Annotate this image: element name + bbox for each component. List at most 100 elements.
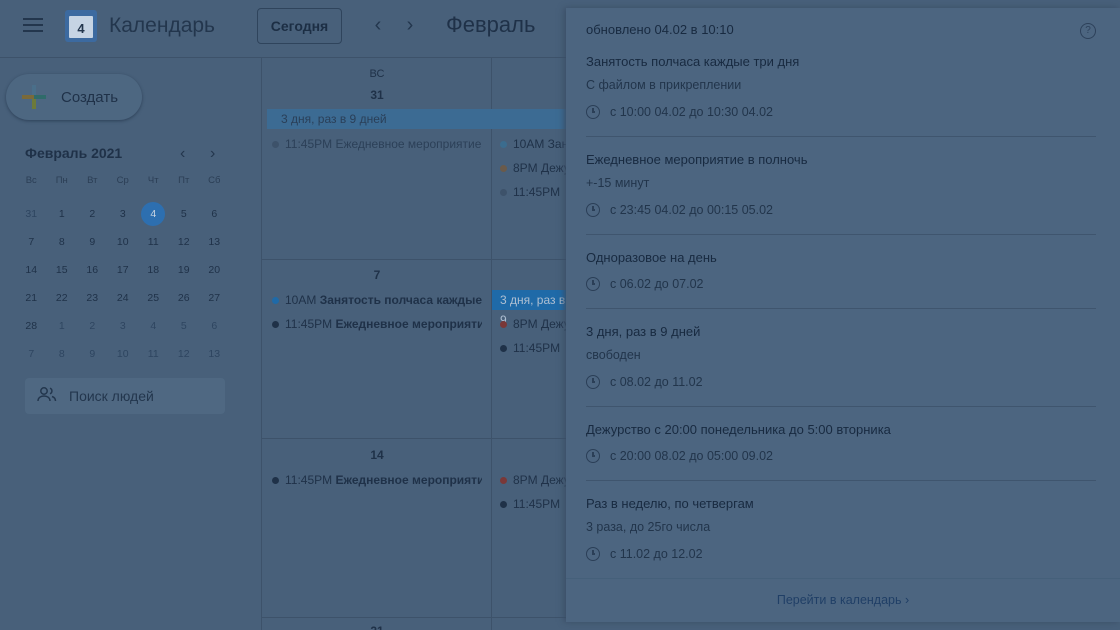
mini-day-number: 9 [89, 348, 96, 360]
mini-day[interactable]: 26 [169, 292, 200, 304]
mini-day-number: 11 [147, 236, 159, 248]
event-chip[interactable]: 11:45PM [500, 341, 570, 355]
mini-day[interactable]: 18 [138, 264, 169, 276]
mini-day[interactable]: 12 [169, 236, 200, 248]
day-number[interactable]: 14 [362, 448, 392, 462]
event-item[interactable]: 3 дня, раз в 9 дней свободен с 08.02 до … [586, 324, 1096, 392]
mini-day[interactable]: 9 [77, 236, 108, 248]
mini-day[interactable]: 2 [77, 320, 108, 332]
mini-day[interactable]: 22 [47, 292, 78, 304]
mini-day[interactable]: 16 [77, 264, 108, 276]
mini-day[interactable]: 3 [108, 320, 139, 332]
mini-day[interactable]: 8 [47, 348, 78, 360]
mini-day[interactable]: 23 [77, 292, 108, 304]
mini-day-number: 23 [86, 292, 99, 304]
mini-next-icon[interactable]: › [210, 145, 215, 163]
create-label: Создать [61, 89, 119, 106]
mini-day[interactable]: 25 [138, 292, 169, 304]
event-time-row: с 11.02 до 12.02 [586, 544, 1096, 564]
event-chip[interactable]: 11:45PM Ежедневное мероприятие [272, 473, 482, 487]
divider [586, 480, 1096, 481]
mini-prev-icon[interactable]: ‹ [180, 145, 185, 163]
mini-day[interactable]: 15 [47, 264, 78, 276]
mini-day[interactable]: 10 [108, 236, 139, 248]
create-button[interactable]: Создать [6, 74, 142, 120]
column-divider [491, 58, 492, 630]
mini-day-number: 6 [211, 208, 218, 220]
event-item[interactable]: Одноразовое на день с 06.02 до 07.02 [586, 250, 1096, 294]
mini-day[interactable]: 11 [138, 348, 169, 360]
mini-day[interactable]: 4 [138, 320, 169, 332]
event-chip[interactable]: 10AM Занятость [500, 137, 570, 151]
day-number[interactable]: 7 [362, 268, 392, 282]
event-item[interactable]: Дежурство с 20:00 понедельника до 5:00 в… [586, 422, 1096, 466]
mini-day[interactable]: 7 [16, 236, 47, 248]
event-time: с 10:00 04.02 до 10:30 04.02 [610, 105, 773, 119]
all-day-event[interactable]: 3 дня, раз в 9 дней [267, 109, 572, 129]
divider [586, 234, 1096, 235]
mini-day[interactable]: 31 [16, 208, 47, 220]
mini-day[interactable]: 14 [16, 264, 47, 276]
mini-day[interactable]: 27 [199, 292, 230, 304]
mini-day[interactable]: 9 [77, 348, 108, 360]
today-button[interactable]: Сегодня [257, 8, 342, 44]
mini-day[interactable]: 20 [199, 264, 230, 276]
event-item[interactable]: Занятость полчаса каждые три дня С файло… [586, 54, 1096, 122]
mini-day[interactable]: 10 [108, 348, 139, 360]
mini-day[interactable]: 2 [77, 208, 108, 220]
notification-panel: обновлено 04.02 в 10:10 ? Занятость полч… [566, 8, 1120, 622]
mini-day[interactable]: 6 [199, 208, 230, 220]
all-day-event[interactable]: 3 дня, раз в 9 [492, 290, 572, 327]
plus-icon [22, 85, 46, 109]
event-chip[interactable]: 11:45PM Ежедневное мероприятие [272, 137, 482, 151]
divider [586, 406, 1096, 407]
week-divider [262, 259, 572, 260]
help-icon[interactable]: ? [1080, 23, 1096, 39]
mini-day-number: 20 [208, 264, 221, 276]
mini-day-number: 7 [28, 348, 35, 360]
mini-day-number: 16 [86, 264, 99, 276]
next-period-icon[interactable]: › [400, 15, 420, 35]
event-chip[interactable]: 11:45PM [500, 497, 570, 511]
event-chip[interactable]: 8PM Дежурство [500, 473, 570, 487]
mini-day[interactable]: 28 [16, 320, 47, 332]
mini-day-number: 10 [116, 236, 129, 248]
main-menu-icon[interactable] [23, 18, 43, 34]
mini-day[interactable]: 17 [108, 264, 139, 276]
event-time-row: с 23:45 04.02 до 00:15 05.02 [586, 200, 1096, 220]
event-chip[interactable]: 8PM Дежурство [500, 161, 570, 175]
mini-day-number: 28 [25, 320, 38, 332]
mini-week-row: 31 1 2 3 4 5 6 [16, 200, 230, 228]
open-calendar-link[interactable]: Перейти в календарь › [566, 593, 1120, 607]
event-time: с 20:00 08.02 до 05:00 09.02 [610, 449, 773, 463]
mini-day[interactable]: 1 [47, 208, 78, 220]
people-search-input[interactable]: Поиск людей [25, 378, 225, 414]
event-chip[interactable]: 11:45PM [500, 185, 570, 199]
event-item[interactable]: Ежедневное мероприятие в полночь +-15 ми… [586, 152, 1096, 220]
mini-day[interactable]: 6 [199, 320, 230, 332]
mini-day[interactable]: 11 [138, 236, 169, 248]
mini-day[interactable]: 24 [108, 292, 139, 304]
mini-day[interactable]: 4 [138, 202, 169, 226]
mini-day[interactable]: 13 [199, 348, 230, 360]
mini-day[interactable]: 1 [47, 320, 78, 332]
mini-day[interactable]: 7 [16, 348, 47, 360]
mini-day[interactable]: 12 [169, 348, 200, 360]
mini-day[interactable]: 5 [169, 320, 200, 332]
mini-day[interactable]: 5 [169, 208, 200, 220]
event-chip[interactable]: 10AM Занятость полчаса каждые [272, 293, 482, 307]
event-chip[interactable]: 8PM Дежурство [500, 317, 570, 331]
mini-day[interactable]: 8 [47, 236, 78, 248]
mini-day[interactable]: 21 [16, 292, 47, 304]
day-number[interactable]: 21 [362, 624, 392, 630]
day-number[interactable]: 31 [362, 88, 392, 102]
prev-period-icon[interactable]: ‹ [368, 15, 388, 35]
mini-day[interactable]: 19 [169, 264, 200, 276]
mini-day[interactable]: 3 [108, 208, 139, 220]
month-grid: ВС 31 3 дня, раз в 9 дней 11:45PM Ежедне… [261, 58, 572, 630]
mini-day[interactable]: 13 [199, 236, 230, 248]
event-chip[interactable]: 11:45PM Ежедневное мероприятие [272, 317, 482, 331]
updated-timestamp: обновлено 04.02 в 10:10 [586, 22, 734, 37]
weekday-label: Вт [87, 175, 98, 186]
event-item[interactable]: Раз в неделю, по четвергам 3 раза, до 25… [586, 496, 1096, 564]
